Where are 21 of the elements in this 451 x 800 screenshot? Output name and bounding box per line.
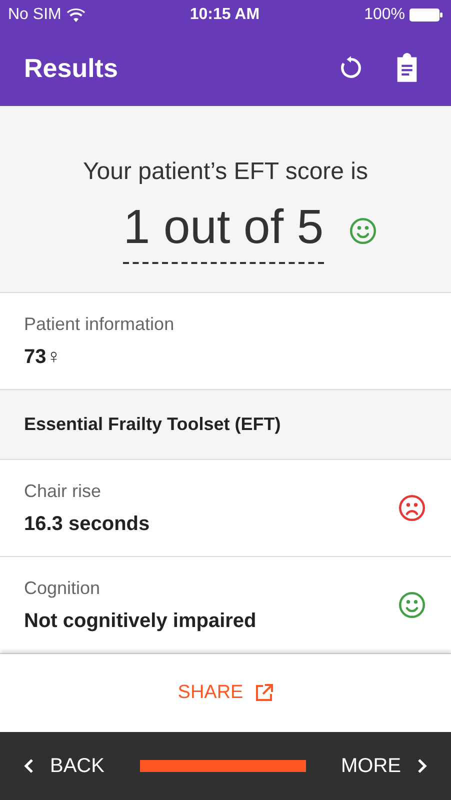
chevron-left-icon bbox=[24, 758, 34, 774]
clock-text: 10:15 AM bbox=[190, 5, 260, 25]
battery-percent: 100% bbox=[364, 5, 405, 25]
score-value: 1 out of 5 bbox=[123, 198, 324, 264]
section-header: Essential Frailty Toolset (EFT) bbox=[24, 413, 281, 436]
patient-value: 73♀ bbox=[24, 344, 62, 370]
screen-title: Results bbox=[24, 52, 119, 84]
patient-label: Patient information bbox=[24, 312, 176, 336]
score-caption: Your patient’s EFT score is bbox=[82, 157, 368, 187]
carrier-text: No SIM bbox=[8, 5, 62, 25]
external-link-icon bbox=[255, 684, 274, 702]
chevron-right-icon bbox=[417, 758, 427, 774]
rotate-icon bbox=[338, 55, 364, 81]
item-label: Cognition bbox=[24, 576, 102, 600]
battery-icon bbox=[408, 8, 443, 22]
back-button[interactable]: BACK bbox=[24, 751, 104, 781]
item-value: 16.3 seconds bbox=[24, 512, 151, 536]
more-button[interactable]: MORE bbox=[341, 751, 427, 781]
wifi-icon bbox=[67, 8, 86, 22]
item-value: Not cognitively impaired bbox=[24, 608, 258, 634]
item-label: Chair rise bbox=[24, 480, 102, 502]
